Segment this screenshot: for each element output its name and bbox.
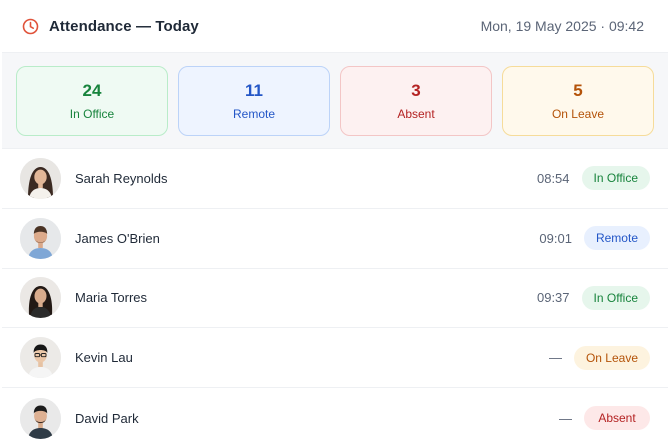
person-name: Sarah Reynolds (75, 170, 168, 186)
person-name: James O'Brien (75, 230, 160, 246)
list-item[interactable]: Kevin Lau — On Leave (2, 328, 668, 389)
stat-in-office[interactable]: 24 In Office (16, 65, 168, 136)
attendance-card: Attendance — Today Mon, 19 May 2025 · 09… (2, 0, 668, 446)
check-in-time: — (548, 350, 562, 366)
stat-absent[interactable]: 3 Absent (340, 65, 492, 136)
status-badge: On Leave (573, 345, 650, 370)
list-item[interactable]: David Park — Absent (2, 388, 668, 446)
page-title: Attendance — Today (49, 17, 199, 35)
list-item[interactable]: Maria Torres 09:37 In Office (2, 269, 668, 329)
list-item[interactable]: Sarah Reynolds 08:54 In Office (2, 149, 668, 209)
check-in-time: 09:01 (539, 230, 572, 246)
avatar (20, 337, 61, 379)
stat-on-leave[interactable]: 5 On Leave (502, 65, 654, 136)
stat-value: 24 (82, 80, 102, 100)
stat-label: Absent (397, 106, 435, 121)
status-badge: Remote (583, 226, 650, 251)
summary-stats: 24 In Office 11 Remote 3 Absent 5 On Lea… (2, 53, 668, 149)
avatar (20, 397, 61, 439)
person-name: Maria Torres (75, 290, 148, 306)
current-datetime: Mon, 19 May 2025 · 09:42 (480, 18, 644, 34)
check-in-time: 08:54 (536, 170, 570, 186)
stat-label: In Office (69, 106, 115, 121)
stat-label: On Leave (551, 106, 605, 121)
attendance-list: Sarah Reynolds 08:54 In Office James O'B… (2, 149, 668, 446)
status-badge: In Office (581, 285, 650, 310)
avatar (20, 157, 61, 199)
status-badge: In Office (581, 166, 650, 191)
attendance-header: Attendance — Today Mon, 19 May 2025 · 09… (2, 0, 668, 53)
header-title-group: Attendance — Today (22, 18, 199, 35)
stat-value: 11 (245, 80, 263, 100)
list-item[interactable]: James O'Brien 09:01 Remote (2, 209, 668, 269)
check-in-time: 09:37 (536, 290, 570, 306)
stat-value: 5 (573, 80, 583, 100)
person-name: David Park (75, 410, 139, 426)
clock-icon (22, 18, 39, 35)
stat-value: 3 (411, 80, 421, 100)
stat-remote[interactable]: 11 Remote (178, 65, 330, 136)
check-in-time: — (559, 410, 572, 426)
stat-label: Remote (232, 106, 276, 121)
avatar (20, 277, 61, 319)
avatar (20, 217, 61, 259)
status-badge: Absent (584, 406, 650, 431)
person-name: Kevin Lau (75, 350, 133, 366)
